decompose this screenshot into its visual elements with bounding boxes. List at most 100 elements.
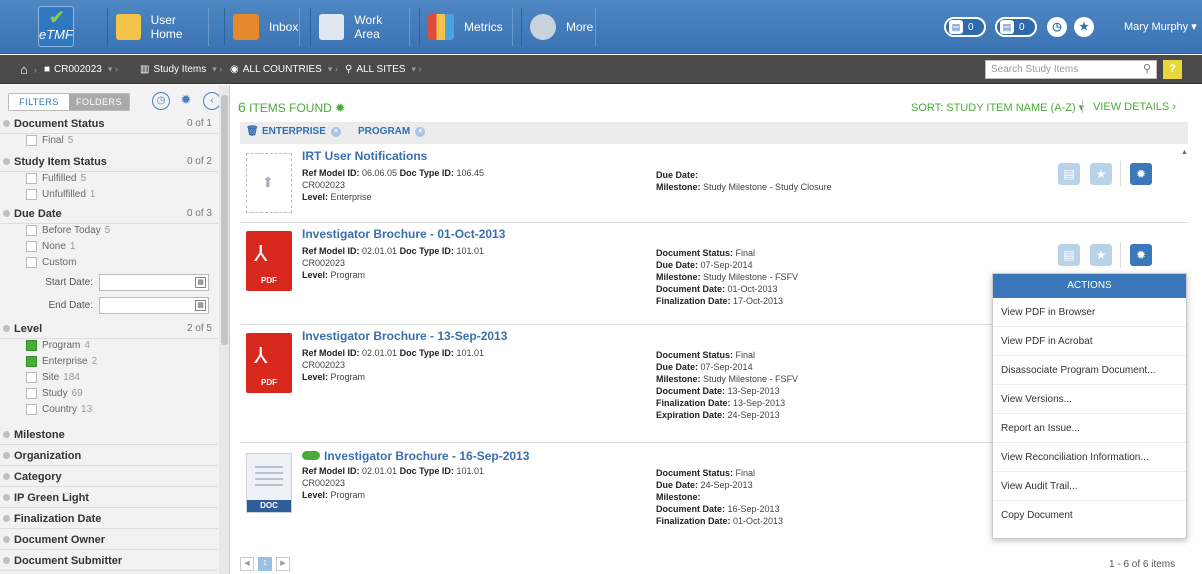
checkbox[interactable] [26, 189, 37, 200]
checkbox[interactable] [26, 372, 37, 383]
menu-item[interactable]: Report an Issue... [993, 414, 1186, 443]
item-title-link[interactable]: Investigator Brochure - 13-Sep-2013 [302, 329, 507, 343]
checkbox[interactable] [26, 356, 37, 367]
end-date-field[interactable]: ▦ [99, 297, 209, 314]
close-icon[interactable]: × [415, 126, 426, 137]
menu-item[interactable]: Disassociate Program Document... [993, 356, 1186, 385]
nav-inbox[interactable]: Inbox [224, 8, 300, 46]
close-icon[interactable]: × [330, 126, 341, 137]
breadcrumb: ⌂ › ■ CR002023 ▾ › ▥ Study Items ▾ › ◉ ALL COU… [0, 55, 1202, 84]
gear-icon[interactable]: ✹ [1130, 244, 1152, 266]
calendar-icon[interactable]: ▦ [195, 300, 206, 311]
filter-section-collapsed[interactable]: Document Owner [0, 530, 218, 550]
clipboard-icon[interactable]: ▤ [1058, 244, 1080, 266]
page-button[interactable]: 1 [258, 557, 272, 571]
settings-icon[interactable]: ✹ [177, 92, 195, 110]
favorite-star-icon[interactable]: ★ [1090, 163, 1112, 185]
task-badge[interactable]: ▤ 0 [995, 17, 1037, 37]
filter-option[interactable]: Study 69 [26, 388, 83, 399]
filter-section-collapsed[interactable]: IP Green Light [0, 488, 218, 508]
filter-option[interactable]: Unfulfilled 1 [26, 189, 95, 200]
menu-item[interactable]: View Versions... [993, 385, 1186, 414]
menu-item[interactable]: View Audit Trail... [993, 472, 1186, 501]
clipboard-icon[interactable]: ▤ [1058, 163, 1080, 185]
filter-option[interactable]: Final 5 [26, 135, 73, 146]
filter-section-collapsed[interactable]: Finalization Date [0, 509, 218, 529]
filter-section-collapsed[interactable]: Category [0, 467, 218, 487]
tab-folders[interactable]: FOLDERS [69, 94, 129, 110]
filter-option[interactable]: Fulfilled 5 [26, 173, 86, 184]
nav-metrics[interactable]: Metrics [419, 8, 513, 46]
breadcrumb-sites[interactable]: ⚲ ALL SITES ▾ › [345, 55, 421, 84]
filter-option[interactable]: Before Today 5 [26, 225, 110, 236]
nav-user-home[interactable]: User Home [107, 8, 209, 46]
item-title-link[interactable]: Investigator Brochure - 16-Sep-2013 [302, 449, 529, 463]
history-icon[interactable]: ◷ [1047, 17, 1067, 37]
view-details-link[interactable]: VIEW DETAILS › [1093, 101, 1176, 113]
checkbox[interactable] [26, 241, 37, 252]
clock-icon[interactable]: ◷ [152, 92, 170, 110]
breadcrumb-countries[interactable]: ◉ ALL COUNTRIES ▾ › [230, 55, 338, 84]
prev-page-button[interactable]: ◀ [240, 557, 254, 571]
tab-filters[interactable]: FILTERS [9, 94, 69, 110]
favorite-star-icon[interactable]: ★ [1090, 244, 1112, 266]
filter-option[interactable]: Country 13 [26, 404, 92, 415]
help-button[interactable]: ? [1163, 60, 1182, 79]
search-input[interactable]: Search Study Items ⚲ [985, 60, 1157, 79]
doc-file-icon[interactable]: DOC [246, 453, 292, 513]
scroll-up-icon[interactable]: ▲ [1181, 149, 1188, 156]
menu-item[interactable]: View PDF in Browser [993, 298, 1186, 327]
chip-enterprise[interactable]: ENTERPRISE × [262, 126, 341, 137]
search-icon[interactable]: ⚲ [1143, 62, 1151, 75]
calendar-icon[interactable]: ▦ [195, 277, 206, 288]
menu-item[interactable]: View PDF in Acrobat [993, 327, 1186, 356]
checkbox[interactable] [26, 257, 37, 268]
nav-more[interactable]: More [521, 8, 596, 46]
filter-section-2[interactable]: Due Date 0 of 3 [0, 204, 218, 224]
menu-item[interactable]: View Reconciliation Information... [993, 443, 1186, 472]
upload-placeholder[interactable]: ⬆ [246, 153, 292, 213]
breadcrumb-home[interactable]: ⌂ › [20, 55, 37, 84]
nav-work-area[interactable]: Work Area [310, 8, 410, 46]
checkbox[interactable] [26, 340, 37, 351]
menu-item[interactable]: Copy Document [993, 501, 1186, 530]
item-title-link[interactable]: Investigator Brochure - 01-Oct-2013 [302, 227, 505, 241]
chip-program[interactable]: PROGRAM × [358, 126, 426, 137]
pdf-file-icon[interactable]: ⅄ PDF [246, 333, 292, 393]
settings-icon[interactable]: ✹ [335, 101, 345, 115]
filter-option[interactable]: Custom [26, 257, 80, 268]
globe-icon: ◉ [230, 64, 239, 75]
checkbox[interactable] [26, 173, 37, 184]
app-logo[interactable]: ✔ eTMF [38, 6, 74, 47]
filter-option[interactable]: None 1 [26, 241, 75, 252]
trash-icon[interactable]: 🗑 [246, 126, 259, 137]
gear-icon[interactable]: ✹ [1130, 163, 1152, 185]
filter-section-3[interactable]: Level 2 of 5 [0, 319, 218, 339]
filter-section-0[interactable]: Document Status 0 of 1 [0, 114, 218, 134]
checkbox[interactable] [26, 225, 37, 236]
filter-option[interactable]: Enterprise 2 [26, 356, 97, 367]
breadcrumb-study-items[interactable]: ▥ Study Items ▾ › [140, 55, 222, 84]
filter-section-collapsed[interactable]: Organization [0, 446, 218, 466]
start-date-field[interactable]: ▦ [99, 274, 209, 291]
item-meta-left: Ref Model ID: 02.01.01 Doc Type ID: 101.… [302, 246, 484, 280]
pdf-file-icon[interactable]: ⅄ PDF [246, 231, 292, 291]
item-title-link[interactable]: IRT User Notifications [302, 149, 427, 163]
filter-section-1[interactable]: Study Item Status 0 of 2 [0, 152, 218, 172]
filter-section-collapsed[interactable]: Document Submitter [0, 551, 218, 571]
table-row[interactable]: ⬆ IRT User Notifications Ref Model ID: 06.… [240, 145, 1188, 223]
filter-option[interactable]: Program 4 [26, 340, 90, 351]
star-icon[interactable]: ★ [1074, 17, 1094, 37]
filter-option[interactable]: Site 184 [26, 372, 80, 383]
breadcrumb-study[interactable]: ■ CR002023 ▾ › [44, 55, 118, 84]
end-date-label: End Date: [48, 300, 93, 311]
user-menu[interactable]: Mary Murphy ▾ [1124, 20, 1197, 33]
next-page-button[interactable]: ▶ [276, 557, 290, 571]
sidebar-scrollbar[interactable] [219, 85, 229, 574]
inbox-badge[interactable]: ▤ 0 [944, 17, 986, 37]
checkbox[interactable] [26, 135, 37, 146]
checkbox[interactable] [26, 388, 37, 399]
checkbox[interactable] [26, 404, 37, 415]
filter-section-collapsed[interactable]: Milestone [0, 425, 218, 445]
sort-dropdown[interactable]: SORT: STUDY ITEM NAME (A-Z) ▾ [911, 101, 1084, 114]
